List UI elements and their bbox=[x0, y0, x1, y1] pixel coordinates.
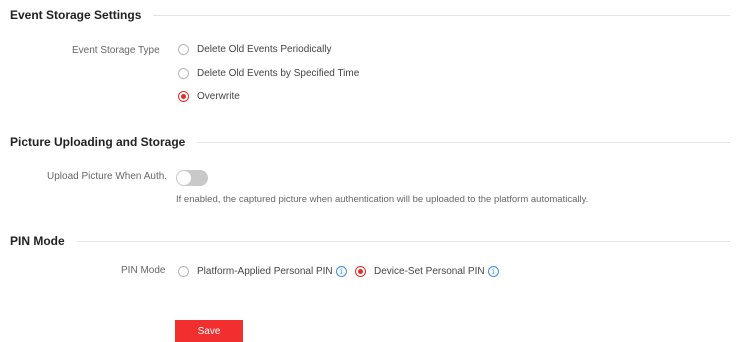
radio-circle[interactable] bbox=[178, 44, 189, 55]
radio-delete-periodically[interactable]: Delete Old Events Periodically bbox=[178, 44, 332, 55]
radio-circle-checked[interactable] bbox=[178, 91, 189, 102]
radio-platform-pin[interactable]: Platform-Applied Personal PIN i bbox=[178, 266, 347, 277]
radio-label: Delete Old Events Periodically bbox=[197, 44, 332, 55]
upload-picture-hint: If enabled, the captured picture when au… bbox=[176, 194, 589, 205]
upload-picture-label: Upload Picture When Auth. bbox=[47, 171, 168, 182]
info-icon[interactable]: i bbox=[335, 266, 347, 277]
radio-delete-by-time[interactable]: Delete Old Events by Specified Time bbox=[178, 68, 359, 79]
section-divider bbox=[197, 141, 730, 143]
section-event-storage: Event Storage Settings bbox=[10, 8, 730, 22]
section-pin-mode: PIN Mode bbox=[10, 234, 730, 248]
settings-page: Event Storage Settings Event Storage Typ… bbox=[0, 0, 740, 342]
section-title: Picture Uploading and Storage bbox=[10, 135, 186, 149]
save-button[interactable]: Save bbox=[175, 320, 243, 342]
radio-overwrite[interactable]: Overwrite bbox=[178, 91, 240, 102]
section-picture-upload: Picture Uploading and Storage bbox=[10, 135, 730, 149]
section-divider bbox=[153, 14, 730, 16]
toggle-knob bbox=[177, 171, 191, 185]
radio-label: Platform-Applied Personal PIN bbox=[197, 266, 333, 277]
radio-circle[interactable] bbox=[178, 68, 189, 79]
radio-circle[interactable] bbox=[178, 266, 189, 277]
radio-label: Device-Set Personal PIN bbox=[374, 266, 485, 277]
section-title: Event Storage Settings bbox=[10, 8, 142, 22]
event-storage-type-label: Event Storage Type bbox=[72, 45, 160, 56]
info-icon[interactable]: i bbox=[487, 266, 499, 277]
radio-circle-checked[interactable] bbox=[355, 266, 366, 277]
radio-label: Overwrite bbox=[197, 91, 240, 102]
section-title: PIN Mode bbox=[10, 234, 65, 248]
radio-device-pin[interactable]: Device-Set Personal PIN i bbox=[355, 266, 499, 277]
upload-picture-toggle[interactable] bbox=[176, 170, 208, 186]
pin-mode-label: PIN Mode bbox=[121, 265, 166, 276]
radio-label: Delete Old Events by Specified Time bbox=[197, 68, 360, 79]
section-divider bbox=[76, 240, 730, 242]
